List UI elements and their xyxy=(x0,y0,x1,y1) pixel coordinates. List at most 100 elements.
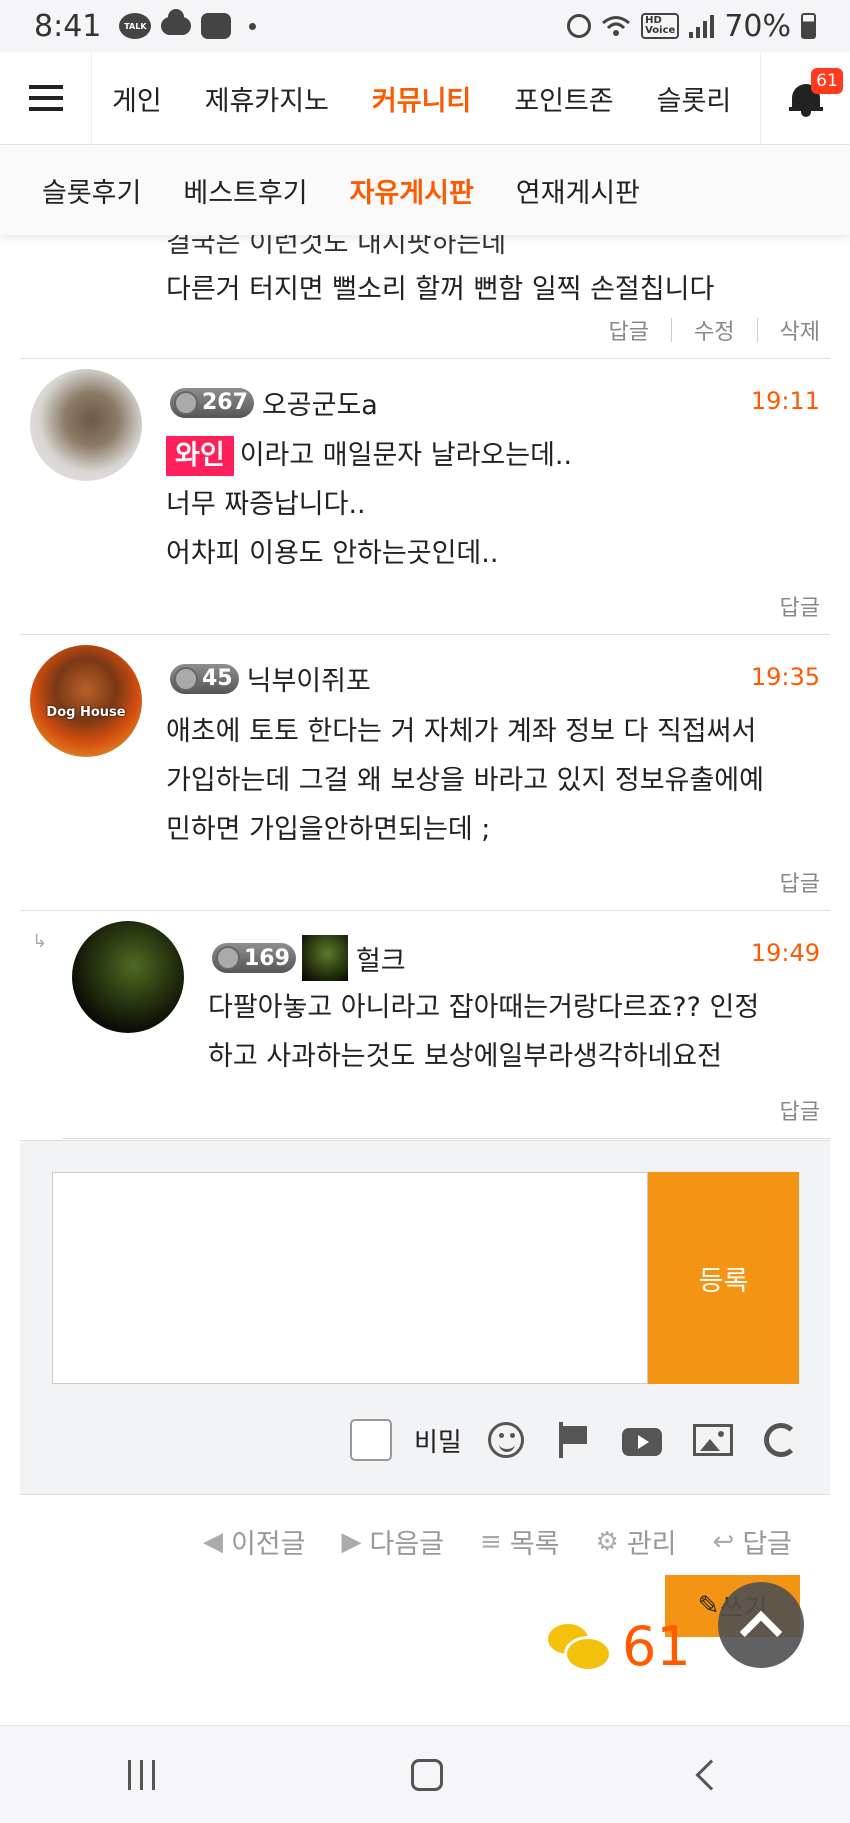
next-post-button[interactable]: ▶ 다음글 xyxy=(342,1522,445,1561)
sub-navigation: 슬롯후기 베스트후기 자유게시판 연재게시판 xyxy=(0,145,850,235)
back-button[interactable] xyxy=(695,1758,727,1791)
divider xyxy=(671,318,673,342)
comment-list: 결국은 이런것도 내시팟하는데 다른거 터지면 뻘소리 할꺼 뻔함 일찍 손절칩… xyxy=(0,228,850,1139)
system-navigation-bar xyxy=(0,1725,850,1823)
comment-text: 이라고 매일문자 날라오는데.. xyxy=(239,440,573,471)
level-badge: 169 xyxy=(212,943,296,973)
level-number: 45 xyxy=(202,666,233,691)
top-navigation: 게인 제휴카지노 커뮤니티 포인트존 슬롯리 61 xyxy=(0,51,850,145)
hamburger-icon xyxy=(28,85,63,111)
comment-time: 19:35 xyxy=(750,663,820,691)
refresh-icon[interactable] xyxy=(763,1423,798,1457)
reply-icon: ↩ xyxy=(712,1526,735,1557)
comment-body: 와인 이라고 매일문자 날라오는데.. 너무 짜증납니다.. 어차피 이용도 안하… xyxy=(166,431,572,578)
nav-item-game[interactable]: 게인 xyxy=(112,79,162,118)
comment-input[interactable] xyxy=(52,1172,648,1384)
level-number: 169 xyxy=(244,945,290,971)
profile-thumbnail xyxy=(301,935,348,981)
submit-button[interactable]: 등록 xyxy=(648,1172,799,1384)
recent-apps-button[interactable] xyxy=(128,1759,156,1790)
delete-link[interactable]: 삭제 xyxy=(780,314,820,346)
sub-nav-free-board[interactable]: 자유게시판 xyxy=(350,171,474,210)
avatar[interactable] xyxy=(30,369,142,481)
emoji-icon[interactable] xyxy=(487,1422,524,1458)
nickname[interactable]: 닉부이쥐포 xyxy=(247,659,371,698)
comment-text: 애초에 토토 한다는 거 자체가 계좌 정보 다 직접써서 xyxy=(166,716,757,747)
scroll-to-top-button[interactable] xyxy=(718,1582,804,1668)
level-badge: 267 xyxy=(170,387,254,418)
comment-time: 19:11 xyxy=(750,387,820,415)
reply-link[interactable]: 답글 xyxy=(780,1094,820,1126)
edit-link[interactable]: 수정 xyxy=(694,314,734,346)
post-navigation: ◀ 이전글 ▶ 다음글 ≡ 목록 ⚙ 관리 ↩ 답글 xyxy=(0,1522,850,1561)
highlight-tag: 와인 xyxy=(166,436,234,476)
level-number: 267 xyxy=(202,390,248,415)
comment-body: 다팔아놓고 아니라고 잡아때는거랑다르죠?? 인정 하고 사과하는것도 보상에일… xyxy=(208,983,759,1081)
level-icon xyxy=(174,390,198,415)
video-icon[interactable] xyxy=(621,1428,662,1456)
voice-label: Voice xyxy=(645,25,676,36)
manage-button[interactable]: ⚙ 관리 xyxy=(596,1522,677,1561)
nav-item-community[interactable]: 커뮤니티 xyxy=(372,79,471,118)
secret-checkbox[interactable] xyxy=(350,1419,392,1461)
chat-bubble-icon xyxy=(548,1623,612,1672)
reply-link[interactable]: 답글 xyxy=(780,866,820,898)
nav-item-point-zone[interactable]: 포인트존 xyxy=(514,79,613,118)
comment-item: 결국은 이런것도 내시팟하는데 다른거 터지면 뻘소리 할꺼 뻔함 일찍 손절칩… xyxy=(20,228,830,359)
reply-post-button[interactable]: ↩ 답글 xyxy=(713,1522,792,1561)
comment-text: 다팔아놓고 아니라고 잡아때는거랑다르죠?? 인정 xyxy=(208,992,760,1023)
comment-item: 267 오공군도a 19:11 와인 이라고 매일문자 날라오는데.. 너무 짜증… xyxy=(20,359,830,635)
sub-nav-best-reviews[interactable]: 베스트후기 xyxy=(183,171,307,210)
reply-comment-item: ↳ 169 헐크 19:49 다팔아놓고 아니라고 잡아때는거랑다르죠?? 인정… xyxy=(32,911,830,1139)
nav-item-partner-casino[interactable]: 제휴카지노 xyxy=(205,79,329,118)
signal-icon xyxy=(689,14,715,38)
nickname[interactable]: 오공군도a xyxy=(262,383,378,422)
nav-item-slot[interactable]: 슬롯리 xyxy=(657,79,732,118)
reply-arrow-icon: ↳ xyxy=(32,931,48,952)
comment-composer: 등록 비밀 xyxy=(20,1140,830,1495)
alarm-icon xyxy=(567,14,592,38)
top-nav-items: 게인 제휴카지노 커뮤니티 포인트존 슬롯리 xyxy=(92,52,760,145)
chevron-up-icon xyxy=(739,1610,783,1654)
reply-link[interactable]: 답글 xyxy=(609,314,649,346)
comment-body: 애초에 토토 한다는 거 자체가 계좌 정보 다 직접써서 가입하는데 그걸 왜… xyxy=(166,707,764,854)
list-button[interactable]: ≡ 목록 xyxy=(480,1522,559,1561)
level-badge: 45 xyxy=(170,663,239,694)
home-button[interactable] xyxy=(411,1758,444,1791)
list-icon: ≡ xyxy=(480,1526,502,1557)
hd-voice-icon: HD Voice xyxy=(641,13,680,39)
reply-link[interactable]: 답글 xyxy=(780,590,820,622)
comment-time: 19:49 xyxy=(750,939,820,967)
prev-post-button[interactable]: ◀ 이전글 xyxy=(203,1522,306,1561)
menu-button[interactable] xyxy=(0,51,92,145)
avatar-text: Dog House xyxy=(46,705,126,720)
level-icon xyxy=(216,946,240,970)
chevron-right-icon: ▶ xyxy=(341,1526,362,1557)
avatar[interactable] xyxy=(72,921,184,1033)
cloud-icon xyxy=(161,9,192,35)
notification-badge: 61 xyxy=(811,67,843,94)
battery-icon xyxy=(801,13,816,39)
app-notification-icon xyxy=(201,13,232,39)
comment-count: 61 xyxy=(548,1615,691,1678)
notification-button[interactable]: 61 xyxy=(760,51,850,145)
reply-post-label: 답글 xyxy=(742,1529,792,1560)
comment-meta: 45 닉부이쥐포 xyxy=(170,659,371,698)
sub-nav-slot-reviews[interactable]: 슬롯후기 xyxy=(42,171,141,210)
more-notifications-icon xyxy=(249,22,257,30)
avatar[interactable]: Dog House xyxy=(30,645,142,757)
list-label: 목록 xyxy=(509,1529,560,1560)
sub-nav-series-board[interactable]: 연재게시판 xyxy=(516,171,640,210)
manage-label: 관리 xyxy=(626,1529,677,1560)
chevron-left-icon: ◀ xyxy=(202,1526,223,1557)
nickname[interactable]: 헐크 xyxy=(356,939,406,978)
secret-label: 비밀 xyxy=(414,1427,462,1458)
image-icon[interactable] xyxy=(692,1424,733,1456)
next-post-label: 다음글 xyxy=(369,1529,445,1560)
flag-icon[interactable] xyxy=(555,1422,591,1458)
comment-text: 다른거 터지면 뻘소리 할꺼 뻔함 일찍 손절칩니다 xyxy=(166,274,715,305)
kakaotalk-icon: TALK xyxy=(119,13,152,39)
gear-icon: ⚙ xyxy=(595,1526,619,1557)
comment-line: 와인 이라고 매일문자 날라오는데.. xyxy=(166,431,572,480)
prev-post-label: 이전글 xyxy=(230,1529,306,1560)
